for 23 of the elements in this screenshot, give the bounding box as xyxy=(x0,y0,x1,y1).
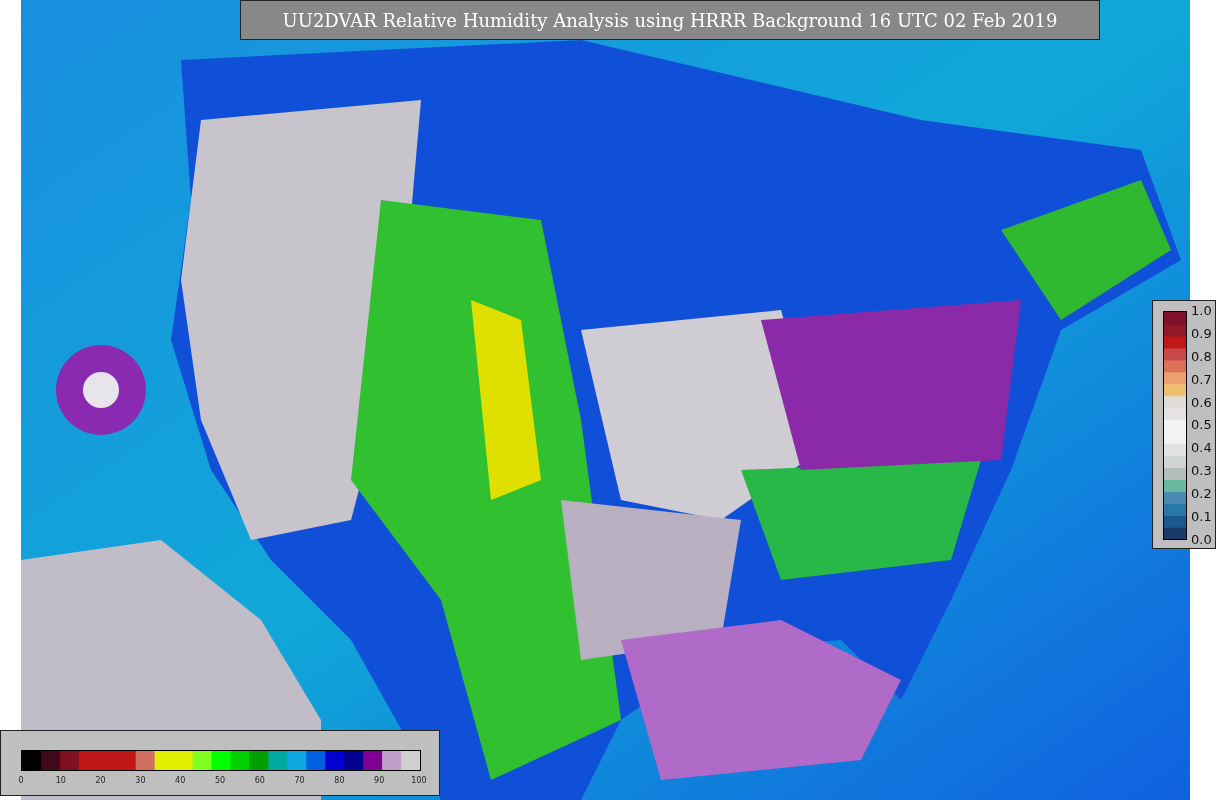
tick-label: 50 xyxy=(214,776,226,785)
tick-label: 0.8 xyxy=(1191,348,1212,365)
tick-label: 0.3 xyxy=(1191,463,1212,480)
tick-label: 0.6 xyxy=(1191,394,1212,411)
tick-label: 0.5 xyxy=(1191,417,1212,434)
tick-label: 20 xyxy=(95,776,106,785)
tick-label: 60 xyxy=(254,776,265,785)
tick-label: 0.7 xyxy=(1191,371,1212,388)
tick-label: 10 xyxy=(55,776,66,785)
tick-label: 90 xyxy=(374,776,385,785)
tick-label: 80 xyxy=(334,776,345,785)
tick-label: 0.1 xyxy=(1191,509,1212,525)
tick-label: 0 xyxy=(18,776,24,785)
tick-label: 70 xyxy=(294,776,305,785)
tick-label: 0.9 xyxy=(1191,325,1212,342)
tick-label: 1.0 xyxy=(1191,303,1212,319)
chart-title: UU2DVAR Relative Humidity Analysis using HRRR Background 16 UTC 02 Feb 2019 xyxy=(240,0,1100,40)
tick-label: 0.0 xyxy=(1191,531,1212,548)
tick-label: 40 xyxy=(175,776,186,785)
tick-label: 0.4 xyxy=(1191,440,1212,457)
tick-label: 30 xyxy=(135,776,146,785)
tick-label: 100 xyxy=(411,776,427,785)
tick-label: 0.2 xyxy=(1191,486,1212,503)
